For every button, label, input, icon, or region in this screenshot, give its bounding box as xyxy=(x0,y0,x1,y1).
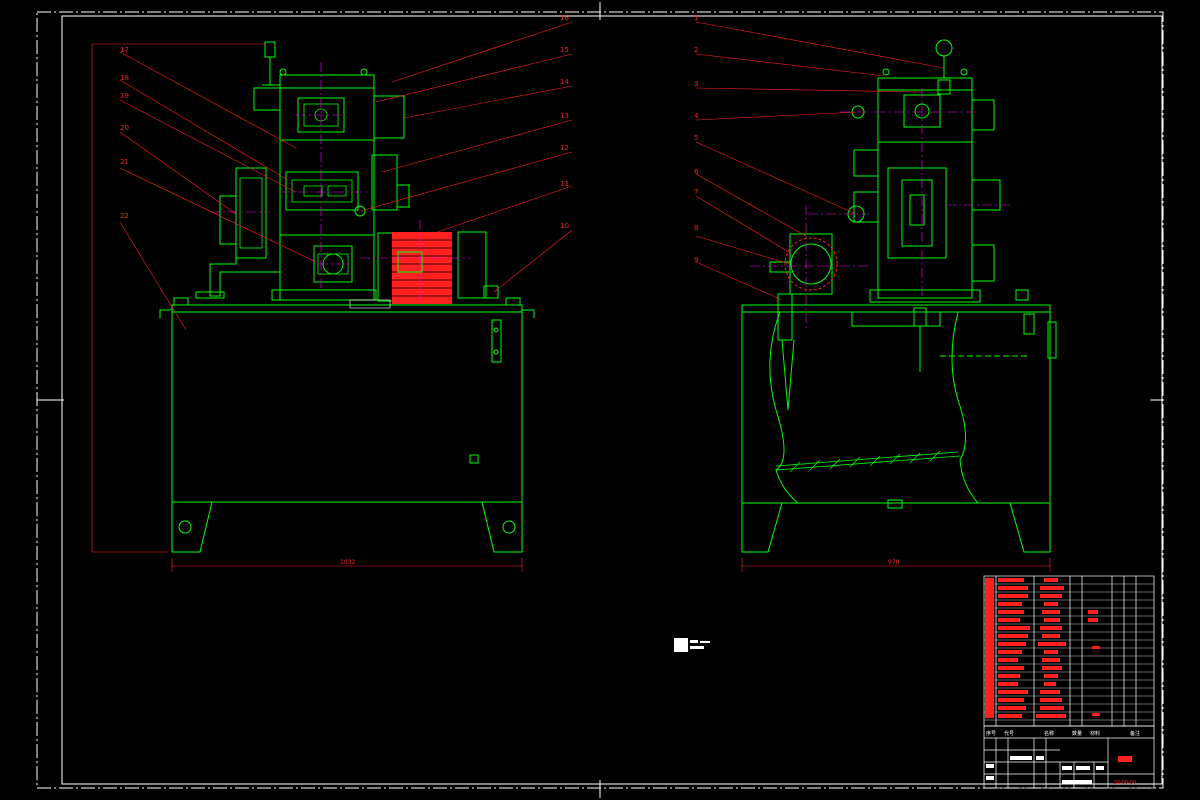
side-label-1: 1 xyxy=(694,14,698,22)
header-remark: 备注 xyxy=(1130,730,1140,737)
front-motor xyxy=(349,231,499,309)
side-label-7: 7 xyxy=(694,188,698,196)
front-label-12: 11 xyxy=(560,180,569,188)
side-label-3: 3 xyxy=(694,80,698,88)
side-label-9: 9 xyxy=(694,256,698,264)
front-tank xyxy=(159,297,535,553)
header-name: 名称 xyxy=(1044,730,1054,737)
front-label-10: 13 xyxy=(560,112,569,120)
front-label-11: 12 xyxy=(560,144,569,152)
front-label-4: 20 xyxy=(120,124,129,132)
front-leader-labels: 17 18 19 20 21 22 16 15 14 13 12 11 10 xyxy=(120,14,569,230)
side-label-6: 6 xyxy=(694,168,699,176)
front-leaders xyxy=(119,21,573,331)
header-material: 材料 xyxy=(1090,730,1100,737)
front-label-1: 17 xyxy=(120,46,129,54)
center-stamp xyxy=(674,638,710,652)
side-label-5: 5 xyxy=(694,134,698,142)
title-block-header: 序号 代号 名称 数量 材料 备注 xyxy=(986,730,1140,737)
header-code: 代号 xyxy=(1004,730,1014,737)
side-pump-motor xyxy=(769,233,941,411)
front-label-3: 19 xyxy=(120,92,129,100)
side-valve-block xyxy=(847,39,1001,303)
front-valve-block xyxy=(195,41,410,301)
side-label-2: 2 xyxy=(694,46,698,54)
side-width-dimension: 970 xyxy=(888,559,900,566)
cad-drawing: 1032 17 18 19 20 21 22 16 15 14 13 12 11… xyxy=(36,2,1164,798)
header-seq: 序号 xyxy=(986,730,996,737)
front-view: 1032 17 18 19 20 21 22 16 15 14 13 12 11… xyxy=(91,14,573,572)
title-block-marks xyxy=(986,756,1104,784)
header-qty: 数量 xyxy=(1072,730,1082,737)
side-label-8: 8 xyxy=(694,224,698,232)
front-label-6: 22 xyxy=(120,212,129,220)
front-label-7: 16 xyxy=(560,14,569,22)
front-label-5: 21 xyxy=(120,158,129,166)
front-label-8: 15 xyxy=(560,46,569,54)
side-tank-hatch xyxy=(775,450,961,473)
front-label-2: 18 xyxy=(120,74,129,82)
side-label-4: 4 xyxy=(694,112,699,120)
front-valve-details xyxy=(239,103,353,275)
side-tank xyxy=(741,289,1057,553)
front-dimensions xyxy=(91,43,523,572)
side-leader-labels: 1 2 3 4 5 6 7 8 9 xyxy=(694,14,699,264)
front-label-13: 10 xyxy=(560,222,569,230)
front-width-dimension: 1032 xyxy=(340,559,355,566)
front-label-9: 14 xyxy=(560,78,569,86)
side-view: 970 1 2 3 4 5 6 7 8 9 xyxy=(694,14,1057,572)
title-name-mark xyxy=(1118,756,1132,762)
drawing-number: SY-00-00 xyxy=(1114,780,1136,786)
